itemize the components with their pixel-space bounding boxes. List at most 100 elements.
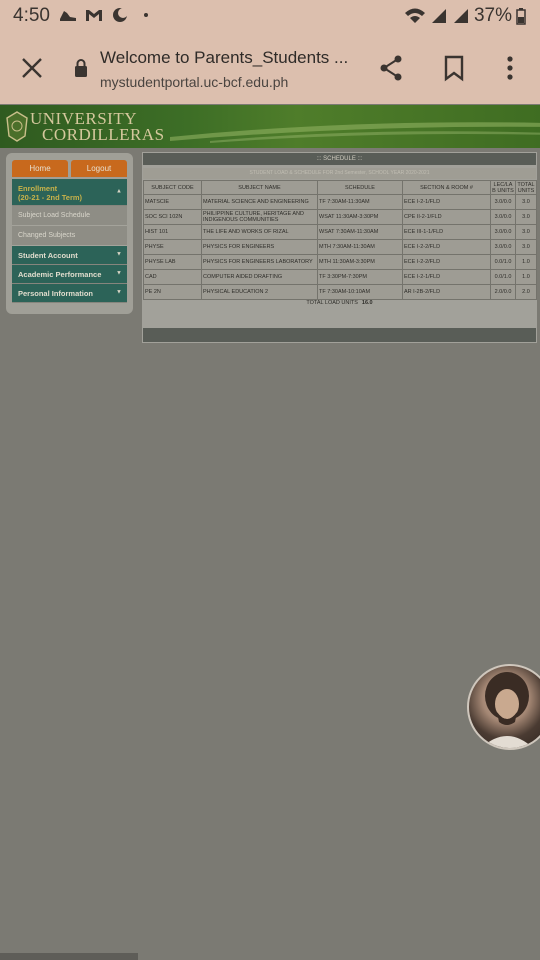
section-room: ECE I-2-1/FLD — [402, 269, 491, 285]
bookmark-icon[interactable] — [443, 54, 465, 82]
schedule-header: ::: SCHEDULE ::: — [143, 153, 536, 165]
subject-name: THE LIFE AND WORKS OF RIZAL — [201, 224, 318, 240]
column-header: TOTAL UNITS — [515, 180, 537, 195]
total-units: 3.0 — [515, 194, 537, 210]
status-right: 37% — [404, 5, 526, 27]
signal-icon — [431, 9, 446, 23]
total-label: TOTAL LOAD UNITS — [306, 300, 358, 306]
sidebar-item-changed-subjects[interactable]: Changed Subjects — [12, 226, 127, 246]
total-load-units: TOTAL LOAD UNITS 16.0 — [143, 300, 536, 312]
enrollment-term: (20-21 - 2nd Term) — [18, 193, 83, 202]
total-units: 1.0 — [515, 269, 537, 285]
subject-name: COMPUTER AIDED DRAFTING — [201, 269, 318, 285]
column-header: SUBJECT CODE — [143, 180, 202, 195]
person-portrait-icon — [481, 672, 533, 748]
section-room: ECE I-2-1/FLD — [402, 194, 491, 210]
schedule-table: SUBJECT CODE SUBJECT NAME SCHEDULE SECTI… — [143, 180, 537, 300]
sidebar-item-student-account[interactable]: Student Account ▼ — [12, 246, 127, 265]
section-room: AR I-2B-2/FLD — [402, 284, 491, 300]
table-row: HIST 101 THE LIFE AND WORKS OF RIZAL WSA… — [143, 224, 537, 240]
lec-lab-units: 0.0/1.0 — [490, 269, 516, 285]
subject-code: MATSCIE — [143, 194, 202, 210]
enrollment-label: Enrollment — [18, 184, 58, 193]
battery-icon — [516, 8, 526, 25]
table-row: SOC SCI 102N PHILIPPINE CULTURE, HERITAG… — [143, 209, 537, 225]
chevron-down-icon: ▼ — [116, 289, 122, 296]
running-shoe-icon — [58, 6, 78, 24]
schedule-footer-bar — [143, 328, 536, 342]
banner-logo-line2: CORDILLERAS — [42, 125, 165, 144]
total-value: 16.0 — [361, 300, 373, 306]
lec-lab-units: 2.0/0.0 — [490, 284, 516, 300]
status-time: 4:50 — [13, 5, 50, 26]
schedule-time: MTH 11:30AM-3:30PM — [317, 254, 403, 270]
table-row: PE 2N PHYSICAL EDUCATION 2 TF 7:30AM-10:… — [143, 284, 537, 300]
table-row: PHYSE LAB PHYSICS FOR ENGINEERS LABORATO… — [143, 254, 537, 270]
schedule-time: TF 3:30PM-7:30PM — [317, 269, 403, 285]
university-seal-icon — [6, 111, 28, 142]
table-row: CAD COMPUTER AIDED DRAFTING TF 3:30PM-7:… — [143, 269, 537, 285]
close-icon[interactable] — [20, 56, 44, 80]
signal-icon-2 — [453, 9, 468, 23]
subject-code: PHYSE LAB — [143, 254, 202, 270]
url-text[interactable]: mystudentportal.uc-bcf.edu.ph — [100, 74, 288, 90]
table-row: MATSCIE MATERIAL SCIENCE AND ENGINEERING… — [143, 194, 537, 210]
lec-lab-units: 3.0/0.0 — [490, 209, 516, 225]
university-banner: UNIVERSITY CORDILLERAS — [0, 105, 540, 148]
schedule-time: WSAT 7:30AM-11:30AM — [317, 224, 403, 240]
subject-name: PHYSICS FOR ENGINEERS LABORATORY — [201, 254, 318, 270]
chat-head-avatar[interactable] — [467, 664, 540, 750]
total-units: 3.0 — [515, 224, 537, 240]
total-units: 3.0 — [515, 209, 537, 225]
section-room: ECE I-2-2/FLD — [402, 254, 491, 270]
total-units: 3.0 — [515, 239, 537, 255]
sidebar-item-academic-performance[interactable]: Academic Performance ▼ — [12, 265, 127, 284]
lec-lab-units: 3.0/0.0 — [490, 224, 516, 240]
share-icon[interactable] — [378, 54, 404, 82]
subject-code: HIST 101 — [143, 224, 202, 240]
page-title[interactable]: Welcome to Parents_Students ... — [100, 48, 348, 68]
column-header: SCHEDULE — [317, 180, 403, 195]
home-button[interactable]: Home — [12, 160, 68, 177]
dot-icon — [136, 6, 156, 24]
wifi-icon — [404, 8, 425, 23]
sidebar-nav: Enrollment (20-21 - 2nd Term) ▲ Subject … — [12, 179, 127, 303]
lec-lab-units: 3.0/0.0 — [490, 239, 516, 255]
browser-toolbar: Welcome to Parents_Students ... mystuden… — [0, 34, 540, 104]
banner-streak — [170, 122, 540, 143]
status-bar: 4:50 37% — [0, 0, 540, 34]
sidebar-item-subject-load-schedule[interactable]: Subject Load Schedule — [12, 206, 127, 226]
schedule-panel: ::: SCHEDULE ::: STUDENT LOAD & SCHEDULE… — [142, 152, 537, 343]
section-room: ECE I-2-2/FLD — [402, 239, 491, 255]
chevron-down-icon: ▼ — [116, 270, 122, 277]
notification-icons — [58, 6, 156, 24]
column-header: LEC/LAB UNITS — [490, 180, 516, 195]
chevron-down-icon: ▼ — [116, 251, 122, 258]
column-header: SUBJECT NAME — [201, 180, 318, 195]
sidebar-item-label: Academic Performance — [18, 270, 102, 279]
bottom-bar — [0, 953, 138, 960]
table-header-row: SUBJECT CODE SUBJECT NAME SCHEDULE SECTI… — [143, 180, 537, 195]
column-header: SECTION & ROOM # — [402, 180, 491, 195]
schedule-time: TF 7:30AM-10:10AM — [317, 284, 403, 300]
schedule-subheader: STUDENT LOAD & SCHEDULE FOR 2nd Semester… — [143, 168, 536, 179]
logout-button[interactable]: Logout — [71, 160, 127, 177]
moon-icon — [110, 6, 130, 24]
sidebar-item-enrollment[interactable]: Enrollment (20-21 - 2nd Term) ▲ — [12, 179, 127, 206]
chevron-up-icon: ▲ — [116, 188, 122, 195]
sidebar-item-personal-information[interactable]: Personal Information ▼ — [12, 284, 127, 303]
sidebar: Home Logout Enrollment (20-21 - 2nd Term… — [6, 153, 133, 314]
subject-code: PHYSE — [143, 239, 202, 255]
subject-name: MATERIAL SCIENCE AND ENGINEERING — [201, 194, 318, 210]
subject-name: PHILIPPINE CULTURE, HERITAGE AND INDIGEN… — [201, 209, 318, 225]
subject-name: PHYSICAL EDUCATION 2 — [201, 284, 318, 300]
total-units: 1.0 — [515, 254, 537, 270]
sidebar-item-label: Personal Information — [18, 289, 94, 298]
lec-lab-units: 3.0/0.0 — [490, 194, 516, 210]
more-menu-icon[interactable] — [500, 54, 520, 82]
subject-code: PE 2N — [143, 284, 202, 300]
table-row: PHYSE PHYSICS FOR ENGINEERS MTH 7:30AM-1… — [143, 239, 537, 255]
total-units: 2.0 — [515, 284, 537, 300]
lock-icon — [75, 59, 87, 77]
schedule-time: MTH 7:30AM-11:30AM — [317, 239, 403, 255]
